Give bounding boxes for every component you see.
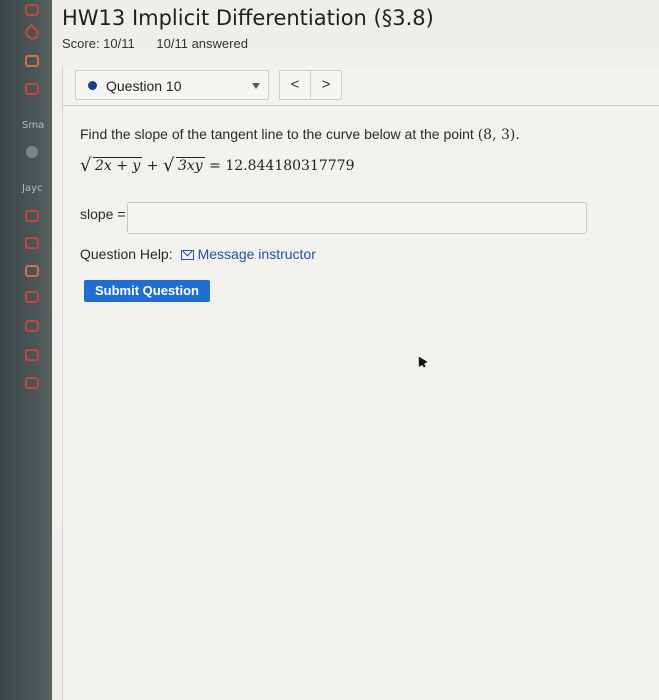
prompt-text: Find the slope of the tangent line to th…: [80, 126, 478, 142]
mail-icon: [180, 250, 194, 260]
question-panel: Find the slope of the tangent line to th…: [62, 106, 659, 700]
answered-text: 10/11 answered: [156, 36, 248, 51]
send-icon[interactable]: [22, 23, 42, 43]
question-help: Question Help: Message instructor: [80, 246, 316, 262]
radicand-1: 2x + y: [93, 157, 143, 174]
tab-icon[interactable]: [25, 210, 39, 222]
slope-label: slope =: [80, 206, 126, 222]
score-row: Score: 10/11 10/11 answered: [62, 36, 266, 51]
slope-input[interactable]: [127, 202, 587, 234]
tab-icon[interactable]: [25, 83, 39, 95]
next-question-button[interactable]: >: [310, 70, 342, 100]
submit-question-button[interactable]: Submit Question: [84, 280, 210, 302]
question-select-label: Question 10: [106, 78, 182, 94]
chevron-down-icon: [252, 83, 260, 89]
tab-icon[interactable]: [25, 55, 39, 67]
help-label: Question Help:: [80, 246, 173, 262]
score-text: Score: 10/11: [62, 36, 135, 51]
equation-rhs: = 12.844180317779: [204, 158, 355, 174]
tab-icon[interactable]: [25, 237, 39, 249]
message-instructor-link[interactable]: Message instructor: [198, 246, 316, 262]
previous-question-button[interactable]: <: [279, 70, 311, 100]
point-value: (8, 3).: [477, 127, 520, 143]
question-prompt: Find the slope of the tangent line to th…: [80, 126, 520, 143]
settings-icon[interactable]: [26, 146, 38, 158]
sqrt-term-1: 2x + y: [80, 155, 143, 176]
status-dot-icon: [88, 81, 97, 90]
question-select[interactable]: Question 10: [75, 70, 269, 100]
main-area: HW13 Implicit Differentiation (§3.8) Sco…: [52, 0, 659, 700]
app-sidebar: Sma Jayc: [0, 0, 52, 700]
tab-icon[interactable]: [25, 265, 39, 277]
sidebar-label: Sma: [22, 120, 45, 131]
sidebar-label: Jayc: [22, 183, 43, 194]
page-title: HW13 Implicit Differentiation (§3.8): [62, 6, 434, 30]
equation: 2x + y + 3xy = 12.844180317779: [80, 155, 355, 176]
radicand-2: 3xy: [175, 157, 205, 174]
tab-icon[interactable]: [25, 320, 39, 332]
question-nav-bar: Question 10 < >: [62, 66, 659, 106]
tab-icon[interactable]: [25, 377, 39, 389]
sqrt-term-2: 3xy: [163, 155, 205, 176]
trash-icon[interactable]: [25, 349, 39, 361]
send-icon[interactable]: [25, 291, 39, 303]
bookmark-icon[interactable]: [25, 4, 39, 16]
plus-sign: +: [142, 158, 163, 174]
